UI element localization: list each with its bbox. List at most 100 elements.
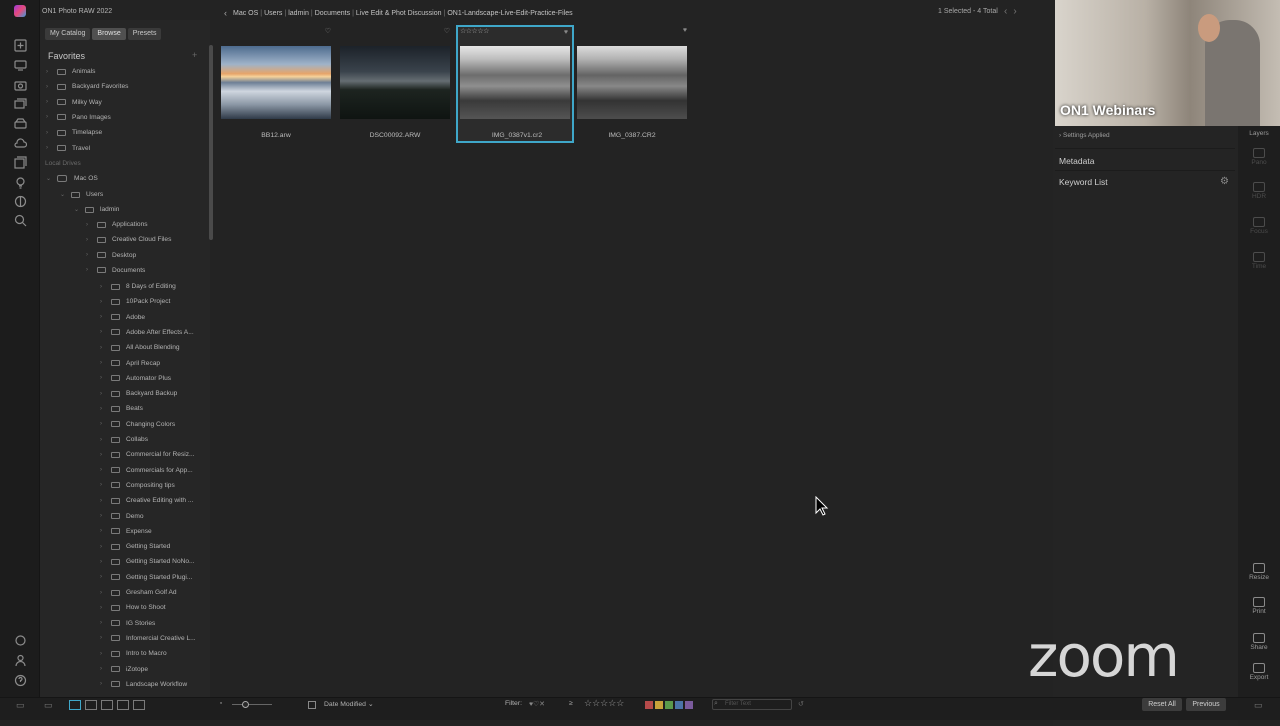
thumb-size-slider[interactable] [232,704,272,705]
tree-item-mac-os[interactable]: ⌄ Mac OS [46,171,98,186]
cloud-icon[interactable] [11,136,29,150]
layers-button[interactable]: Layers [1238,130,1280,137]
breadcrumb-item[interactable]: Live Edit & Phot Discussion [356,10,442,17]
tree-item[interactable]: › Getting Started Plugi... [100,570,192,585]
breadcrumb-item[interactable]: ON1-Landscape-Live-Edit-Practice-Files [447,10,572,17]
photos-icon[interactable] [11,97,29,111]
tree-item[interactable]: › Creative Editing with ... [100,493,193,508]
filter-heart-icon[interactable]: ♥♡✕ [529,700,545,708]
breadcrumb-item[interactable]: Mac OS [233,10,258,17]
thumb-size-handle[interactable] [242,701,249,708]
lightbulb-icon[interactable] [11,175,29,189]
tree-item[interactable]: › Applications [86,217,148,232]
sort-order-icon[interactable] [308,701,316,709]
gear-icon[interactable]: ⚙ [1220,176,1229,187]
label-yellow-swatch[interactable] [655,701,663,709]
previous-arrow-icon[interactable]: ‹ [1004,6,1013,17]
heart-icon[interactable]: ♥ [564,29,568,36]
tree-item[interactable]: › How to Shoot [100,600,166,615]
thumbnail-selected[interactable]: ☆☆☆☆☆ ♥ IMG_0387v1.cr2 [456,25,574,143]
favorite-item[interactable]: › Timelapse [46,125,102,140]
filter-stars[interactable]: ☆☆☆☆☆ [584,698,624,709]
thumbnail[interactable]: ♡ DSC00092.ARW [336,25,454,143]
tree-item[interactable]: › Intro to Macro [100,646,167,661]
breadcrumb-item[interactable]: ladmin [288,10,309,17]
previous-button[interactable]: Previous [1186,698,1226,711]
label-blue-swatch[interactable] [675,701,683,709]
tree-item[interactable]: › Getting Started NoNo... [100,554,195,569]
keyword-list-section[interactable]: Keyword List [1059,177,1108,187]
tree-item[interactable]: › Adobe After Effects A... [100,325,194,340]
filmstrip-icon[interactable]: ▭ [44,700,53,711]
tree-item[interactable]: › Gresham Golf Ad [100,585,177,600]
thumbnail[interactable]: ♡ BB12.arw [217,25,335,143]
tree-item[interactable]: › Beats [100,401,143,416]
add-favorite-button[interactable]: + [192,50,197,60]
tree-item[interactable]: › Backyard Backup [100,386,177,401]
tree-item[interactable]: › Expense [100,524,152,539]
breadcrumb-item[interactable]: Documents [315,10,350,17]
tree-item[interactable]: › Adobe [100,310,145,325]
export-button[interactable]: Export [1238,663,1280,681]
tree-item[interactable]: › iZotope [100,662,148,677]
tree-item[interactable]: › Desktop [86,248,136,263]
tree-item[interactable]: › 8 Days of Editing [100,279,176,294]
label-green-swatch[interactable] [665,701,673,709]
tree-item[interactable]: › Collabs [100,432,148,447]
focus-button[interactable]: Focus [1238,217,1280,235]
detail-view-icon[interactable] [85,700,97,710]
favorite-item[interactable]: › Travel [46,141,90,156]
tree-item[interactable]: › Infomercial Creative L... [100,631,196,646]
tree-item[interactable]: › Getting Started [100,539,170,554]
person-icon[interactable] [11,653,29,667]
tab-my-catalog[interactable]: My Catalog [45,28,91,40]
resize-button[interactable]: Resize [1238,563,1280,581]
favorite-item[interactable]: › Milky Way [46,95,102,110]
add-folder-icon[interactable] [11,38,29,52]
filmstrip-view-icon[interactable] [101,700,113,710]
drive-icon[interactable] [11,116,29,130]
metadata-section[interactable]: Metadata [1059,156,1094,166]
star-rating[interactable]: ☆☆☆☆☆ [460,27,489,35]
favorite-item[interactable]: › Backyard Favorites [46,79,128,94]
tree-item[interactable]: › Compositing tips [100,478,175,493]
tree-item[interactable]: › Automator Plus [100,371,171,386]
print-button[interactable]: Print [1238,597,1280,615]
compare-view-icon[interactable] [117,700,129,710]
heart-icon[interactable]: ♡ [325,27,331,35]
panel-toggle-right-icon[interactable]: ▭ [1254,700,1263,711]
panel-scrollbar[interactable] [209,45,213,240]
camera-icon[interactable] [11,78,29,92]
help-icon[interactable] [11,673,29,687]
thumbnail[interactable]: ♥ IMG_0387.CR2 [573,25,691,143]
grid-view-icon[interactable] [69,700,81,710]
filter-compare-icon[interactable]: ≥ [569,700,573,707]
heart-icon[interactable]: ♡ [444,27,450,35]
tree-item[interactable]: › Commercials for App... [100,463,193,478]
tree-item-users[interactable]: ⌄ Users [60,187,103,202]
heart-icon[interactable]: ♥ [683,27,687,34]
tab-browse[interactable]: Browse [92,28,126,40]
reset-filter-icon[interactable]: ↺ [798,700,804,708]
next-arrow-icon[interactable]: › [1013,6,1022,17]
tree-item[interactable]: › IG Stories [100,616,155,631]
settings-applied-row[interactable]: › Settings Applied [1059,132,1110,139]
cycle-icon[interactable] [11,194,29,208]
time-button[interactable]: Time [1238,252,1280,270]
filter-text-input[interactable]: Filter Text [712,699,792,710]
sort-dropdown[interactable]: Date Modified ⌄ [324,700,374,708]
back-chevron-icon[interactable]: ‹ [224,8,227,18]
share-button[interactable]: Share [1238,633,1280,651]
breadcrumb-item[interactable]: Users [264,10,282,17]
computer-icon[interactable] [11,58,29,72]
tree-item-ladmin[interactable]: ⌄ ladmin [74,202,119,217]
panel-toggle-icon[interactable]: ▭ [16,700,25,711]
tree-item[interactable]: › Demo [100,509,144,524]
tree-item[interactable]: › All About Blending [100,340,180,355]
label-red-swatch[interactable] [645,701,653,709]
tab-presets[interactable]: Presets [127,28,162,40]
reset-all-button[interactable]: Reset All [1142,698,1182,711]
tree-item[interactable]: › Changing Colors [100,417,175,432]
tree-item[interactable]: › April Recap [100,356,160,371]
label-purple-swatch[interactable] [685,701,693,709]
